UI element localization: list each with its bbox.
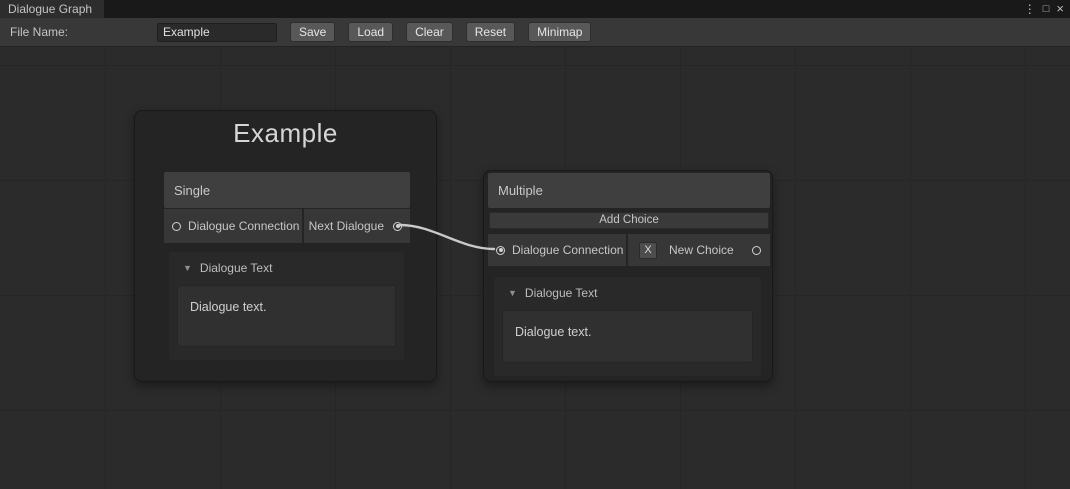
dialogue-text-field[interactable]: Dialogue text. xyxy=(502,310,753,363)
foldout-label: Dialogue Text xyxy=(524,285,598,300)
reset-button[interactable]: Reset xyxy=(465,22,516,42)
save-button[interactable]: Save xyxy=(290,22,336,42)
window-menu-icon[interactable]: ⋮ xyxy=(1024,0,1036,18)
file-name-label: File Name: xyxy=(10,25,69,39)
input-port-label: Dialogue Connection xyxy=(188,219,300,233)
minimap-button[interactable]: Minimap xyxy=(528,22,592,42)
window-title: Dialogue Graph xyxy=(8,2,93,16)
window-controls: ⋮ □ × xyxy=(1024,0,1064,18)
node-header-multiple[interactable]: Multiple xyxy=(488,173,770,208)
output-port-icon[interactable] xyxy=(393,221,402,231)
choice-output-port-icon[interactable] xyxy=(752,245,761,255)
foldout-label: Dialogue Text xyxy=(199,260,273,275)
dialogue-text-field[interactable]: Dialogue text. xyxy=(177,285,396,347)
delete-choice-button[interactable]: X xyxy=(639,241,657,259)
port-row: Dialogue Connection Next Dialogue xyxy=(164,209,410,243)
clear-button[interactable]: Clear xyxy=(406,22,453,42)
choice-name-field[interactable]: New Choice xyxy=(669,243,740,257)
input-port-cell: Dialogue Connection xyxy=(488,234,626,266)
window-close-icon[interactable]: × xyxy=(1056,0,1064,18)
input-port-cell: Dialogue Connection xyxy=(164,209,302,243)
load-button[interactable]: Load xyxy=(348,22,394,42)
node-single[interactable]: Example Single Dialogue Connection Next … xyxy=(134,110,437,382)
node-title: Example xyxy=(233,118,338,148)
input-port-icon[interactable] xyxy=(496,245,505,255)
output-port-label: Next Dialogue xyxy=(308,219,384,233)
graph-canvas[interactable]: Example Single Dialogue Connection Next … xyxy=(0,47,1070,489)
window-titlebar: Dialogue Graph ⋮ □ × xyxy=(0,0,1070,18)
port-row: Dialogue Connection X New Choice xyxy=(488,234,770,266)
output-port-cell: Next Dialogue xyxy=(304,209,410,243)
foldout-arrow-icon: ▼ xyxy=(183,262,192,273)
foldout-arrow-icon: ▼ xyxy=(508,287,517,298)
input-port-label: Dialogue Connection xyxy=(512,243,624,257)
input-port-icon[interactable] xyxy=(172,221,181,231)
node-header-single[interactable]: Single xyxy=(164,172,410,208)
toolbar: File Name: Save Load Clear Reset Minimap xyxy=(0,18,1070,47)
add-choice-button[interactable]: Add Choice xyxy=(489,212,769,229)
dialogue-text-foldout[interactable]: ▼ Dialogue Text xyxy=(169,252,404,283)
dialogue-text-foldout[interactable]: ▼ Dialogue Text xyxy=(494,277,761,308)
file-name-input[interactable] xyxy=(157,22,277,42)
choice-port-cell: X New Choice xyxy=(628,234,770,266)
node-header-label: Multiple xyxy=(498,183,543,198)
node-header-label: Single xyxy=(174,182,211,198)
dialogue-text-section: ▼ Dialogue Text Dialogue text. xyxy=(169,252,404,360)
window-maximize-icon[interactable]: □ xyxy=(1043,0,1050,18)
tab-dialogue-graph[interactable]: Dialogue Graph xyxy=(0,0,105,18)
dialogue-text-section: ▼ Dialogue Text Dialogue text. xyxy=(494,277,761,376)
node-multiple[interactable]: Multiple Add Choice Dialogue Connection … xyxy=(483,170,773,382)
